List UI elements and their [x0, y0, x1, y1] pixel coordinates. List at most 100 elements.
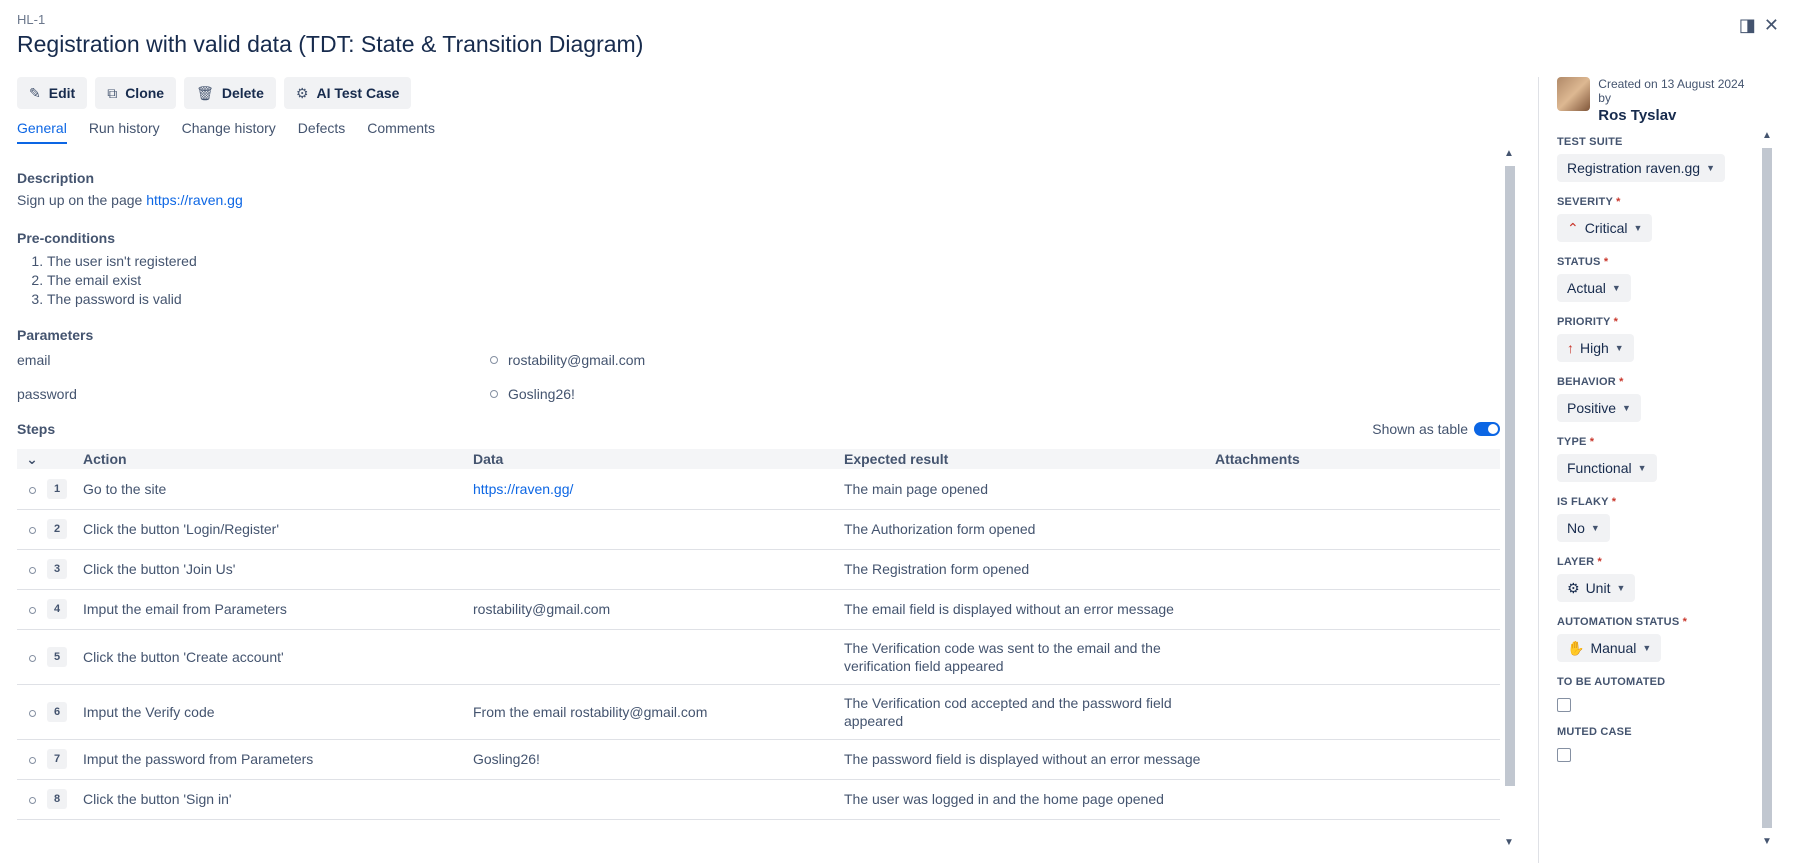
drag-handle-icon[interactable]: [28, 527, 36, 534]
tab-comments[interactable]: Comments: [367, 120, 435, 144]
step-attachments: [1215, 684, 1500, 740]
scroll-thumb[interactable]: [1762, 148, 1772, 828]
main-scrollbar[interactable]: ▲ ▼: [1501, 148, 1517, 848]
tab-general[interactable]: General: [17, 120, 67, 144]
description-link[interactable]: https://raven.gg: [146, 192, 243, 208]
step-action: Imput the password from Parameters: [83, 739, 473, 780]
scroll-down-icon[interactable]: ▼: [1762, 836, 1772, 847]
table-row[interactable]: 6 Imput the Verify code From the email r…: [17, 684, 1500, 740]
description-title: Description: [17, 170, 95, 186]
scroll-up-icon[interactable]: ▲: [1504, 148, 1514, 159]
test-suite-field: TEST SUITE Registration raven.gg ▼: [1557, 136, 1757, 182]
page-title: Registration with valid data (TDT: State…: [17, 31, 644, 57]
automation-status-select[interactable]: ✋ Manual ▼: [1557, 634, 1662, 662]
status-select[interactable]: Actual ▼: [1557, 274, 1631, 302]
table-row[interactable]: 2 Click the button 'Login/Register' The …: [17, 509, 1500, 550]
chevron-down-icon: ▼: [1590, 523, 1600, 533]
behavior-select[interactable]: Positive ▼: [1557, 394, 1641, 422]
edit-button[interactable]: ✎ Edit: [17, 77, 88, 109]
scroll-thumb[interactable]: [1505, 166, 1515, 786]
step-number: 8: [47, 789, 67, 809]
layer-select[interactable]: ⚙ Unit ▼: [1557, 574, 1636, 602]
is-flaky-select[interactable]: No ▼: [1557, 514, 1610, 542]
is-flaky-label: IS FLAKY: [1557, 496, 1609, 508]
table-header-row: ⌄ Action Data Expected result Attachment…: [17, 449, 1500, 469]
table-toggle: Shown as table: [1372, 421, 1500, 437]
type-label-wrap: TYPE *: [1557, 436, 1757, 448]
close-icon[interactable]: ✕: [1764, 15, 1779, 36]
drag-handle-icon[interactable]: [28, 797, 36, 804]
chevron-down-icon: ▼: [1622, 403, 1631, 413]
creator-block: Created on 13 August 2024 by Ros Tyslav: [1557, 77, 1757, 124]
arrow-up-icon: ↑: [1567, 340, 1574, 356]
step-data: rostability@gmail.com: [473, 589, 844, 630]
general-panel: Description Sign up on the page https://…: [17, 155, 1500, 845]
step-action: Imput the email from Parameters: [83, 589, 473, 630]
collapse-all-icon[interactable]: ⌄: [17, 449, 47, 469]
drag-handle-icon[interactable]: [28, 486, 36, 494]
status-field: STATUS * Actual ▼: [1557, 256, 1757, 302]
behavior-field: BEHAVIOR * Positive ▼: [1557, 376, 1757, 422]
muted-case-checkbox[interactable]: [1557, 748, 1571, 762]
required-marker: *: [1682, 616, 1688, 628]
sidebar-scrollbar[interactable]: ▲ ▼: [1759, 130, 1775, 847]
window-controls: ◨ ✕: [1739, 15, 1779, 36]
parameter-name: password: [17, 386, 77, 402]
test-suite-select[interactable]: Registration raven.gg ▼: [1557, 154, 1725, 182]
is-flaky-label-wrap: IS FLAKY *: [1557, 496, 1757, 508]
table-row[interactable]: 8 Click the button 'Sign in' The user wa…: [17, 779, 1500, 820]
drag-handle-icon[interactable]: [28, 567, 36, 574]
automation-status-label: AUTOMATION STATUS: [1557, 616, 1680, 628]
tab-defects[interactable]: Defects: [298, 120, 345, 144]
step-expected: The password field is displayed without …: [844, 739, 1215, 780]
table-row[interactable]: 5 Click the button 'Create account' The …: [17, 629, 1500, 685]
step-action: Click the button 'Sign in': [83, 779, 473, 820]
drag-handle-icon[interactable]: [28, 757, 36, 764]
scroll-up-icon[interactable]: ▲: [1762, 130, 1772, 141]
shown-as-table-toggle[interactable]: [1474, 422, 1500, 436]
chevron-down-icon: ▼: [1706, 163, 1715, 173]
clone-button[interactable]: ⧉ Clone: [95, 77, 177, 109]
step-number: 5: [47, 646, 67, 667]
delete-label: Delete: [221, 85, 264, 101]
layer-field: LAYER * ⚙ Unit ▼: [1557, 556, 1757, 602]
step-attachments: [1215, 469, 1500, 510]
chevron-down-icon: ▼: [1637, 463, 1647, 473]
priority-select[interactable]: ↑ High ▼: [1557, 334, 1634, 362]
delete-button[interactable]: 🗑 Delete: [184, 77, 276, 109]
table-row[interactable]: 1 Go to the site https://raven.gg/ The m…: [17, 469, 1500, 510]
tab-run-history[interactable]: Run history: [89, 120, 160, 144]
status-label-wrap: STATUS *: [1557, 256, 1757, 268]
type-select[interactable]: Functional ▼: [1557, 454, 1657, 482]
ai-test-case-button[interactable]: ⚙ AI Test Case: [283, 77, 412, 109]
severity-label: SEVERITY: [1557, 196, 1613, 208]
chevron-down-icon: ▼: [1611, 283, 1621, 293]
table-row[interactable]: 7 Imput the password from Parameters Gos…: [17, 739, 1500, 780]
step-number: 7: [47, 749, 67, 769]
priority-field: PRIORITY * ↑ High ▼: [1557, 316, 1757, 362]
layer-label-wrap: LAYER *: [1557, 556, 1757, 568]
creator-name[interactable]: Ros Tyslav: [1598, 107, 1757, 124]
step-attachments: [1215, 739, 1500, 780]
drag-handle-icon[interactable]: [28, 709, 36, 717]
panel-divider: [1538, 77, 1539, 863]
step-data[interactable]: https://raven.gg/: [473, 469, 844, 510]
drag-handle-icon[interactable]: [28, 607, 36, 614]
priority-label-wrap: PRIORITY *: [1557, 316, 1757, 328]
chevron-down-icon: ▼: [1616, 583, 1626, 593]
drag-handle-icon[interactable]: [28, 654, 36, 662]
to-be-automated-checkbox[interactable]: [1557, 698, 1571, 712]
step-action: Go to the site: [83, 469, 473, 510]
table-row[interactable]: 4 Imput the email from Parameters rostab…: [17, 589, 1500, 630]
type-value: Functional: [1567, 460, 1632, 476]
tab-change-history[interactable]: Change history: [182, 120, 276, 144]
details-sidebar: Created on 13 August 2024 by Ros Tyslav …: [1557, 77, 1757, 762]
severity-select[interactable]: ⌃ Critical ▼: [1557, 214, 1653, 242]
page-header: HL-1 Registration with valid data (TDT: …: [17, 12, 1779, 72]
parameter-row: password Gosling26!: [17, 377, 1500, 411]
severity-value: Critical: [1584, 220, 1628, 236]
panel-toggle-icon[interactable]: ◨: [1739, 15, 1756, 36]
scroll-down-icon[interactable]: ▼: [1504, 837, 1514, 848]
table-row[interactable]: 3 Click the button 'Join Us' The Registr…: [17, 549, 1500, 590]
required-marker: *: [1611, 496, 1617, 508]
